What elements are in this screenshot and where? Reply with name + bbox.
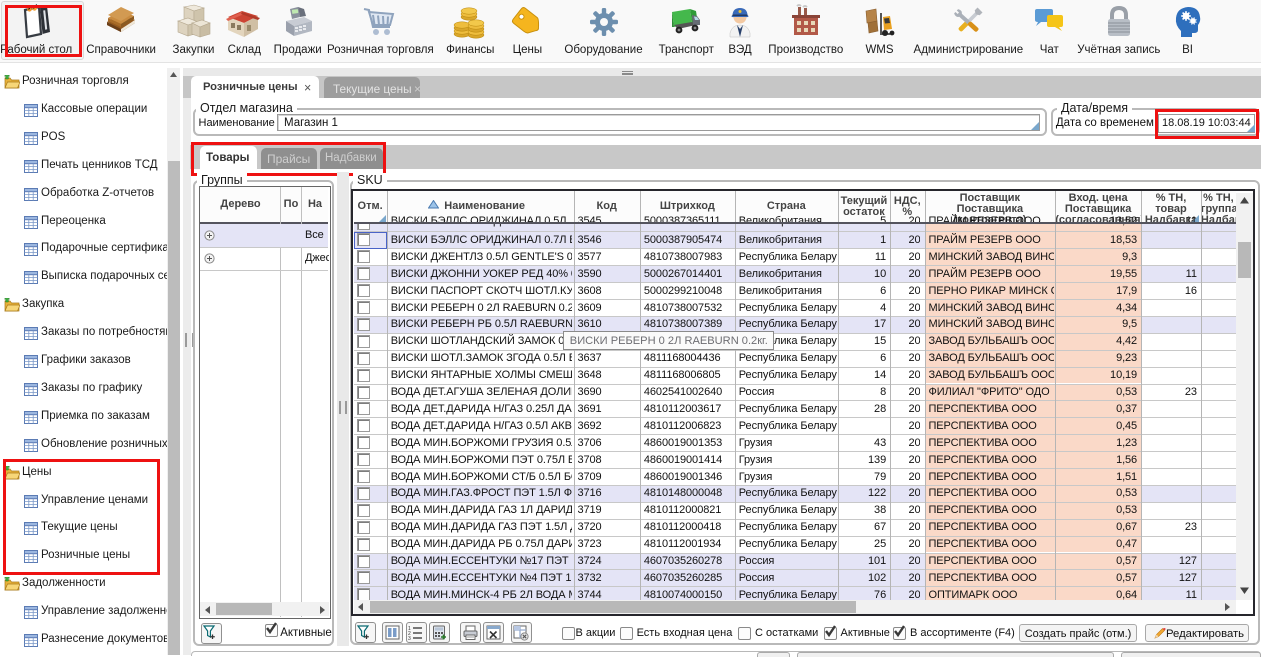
svg-text:3: 3	[408, 636, 411, 641]
